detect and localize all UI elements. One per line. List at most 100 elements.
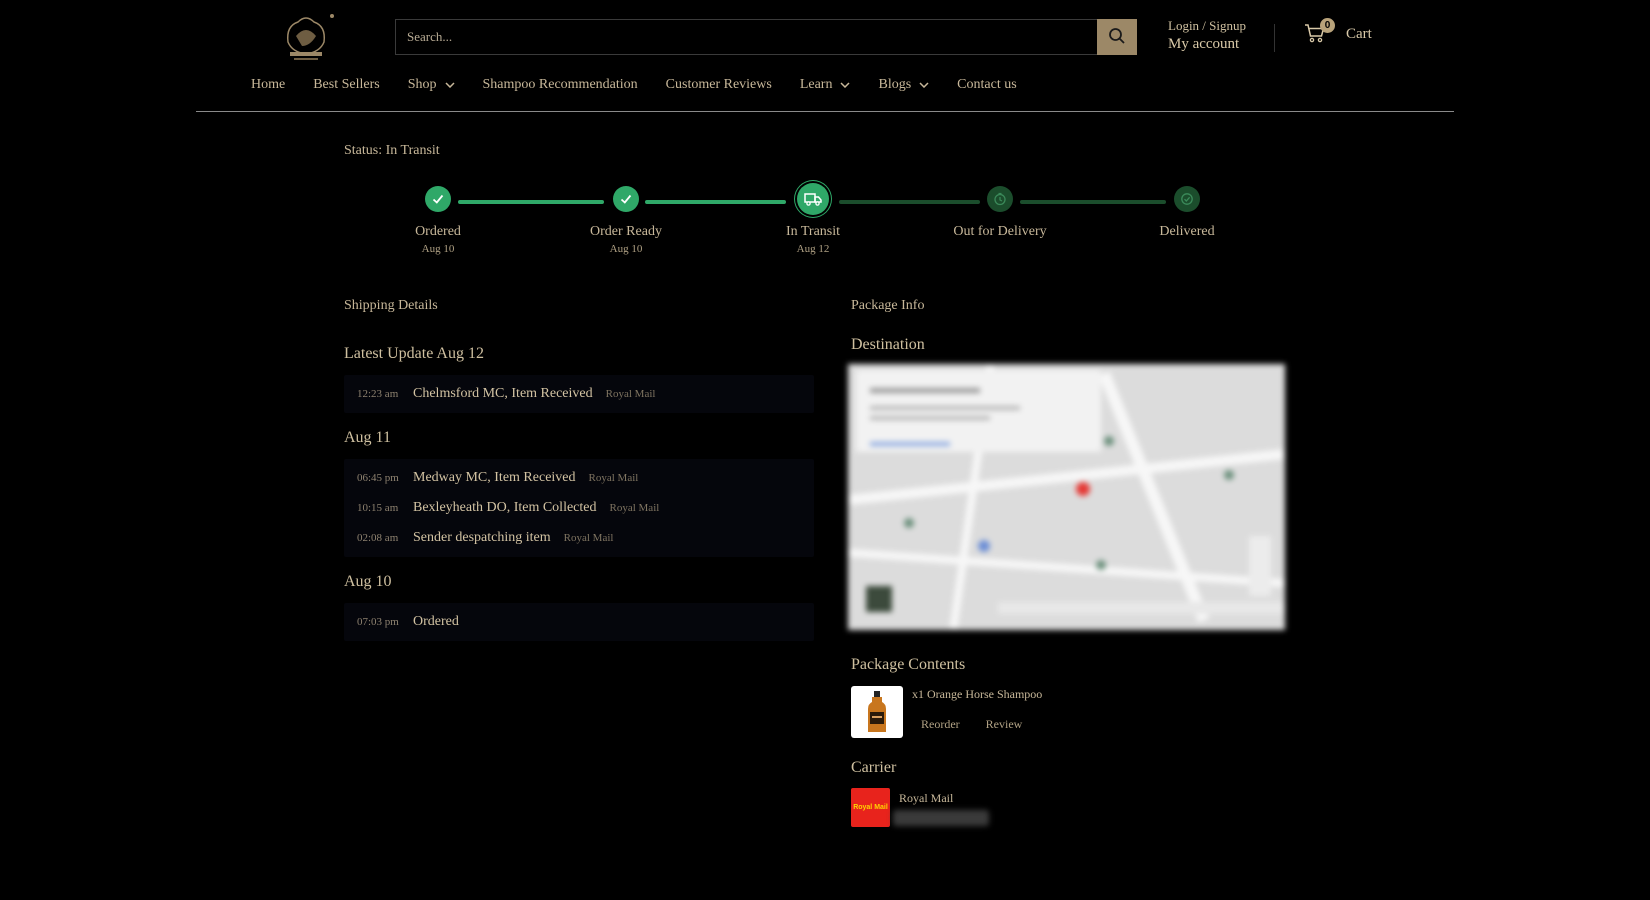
cart-icon: 0 — [1304, 18, 1335, 46]
event-description: Chelmsford MC, Item Received — [413, 386, 593, 401]
nav-label: Blogs — [878, 77, 912, 92]
step-label: Ordered — [415, 224, 461, 239]
nav-customer-reviews[interactable]: Customer Reviews — [666, 77, 772, 93]
nav-label: Home — [251, 77, 286, 92]
update-group: 12:23 am Chelmsford MC, Item Received Ro… — [344, 375, 814, 413]
step-in-transit: In Transit Aug 12 — [733, 183, 893, 255]
check-icon — [425, 186, 451, 212]
cart-button[interactable]: 0 Cart — [1304, 18, 1372, 46]
event-description: Bexleyheath DO, Item Collected — [413, 500, 597, 515]
step-date: Aug 10 — [609, 243, 643, 255]
clock-icon — [987, 186, 1013, 212]
progress-tracker: Ordered Aug 10 Order Ready Aug 10 In Tra… — [344, 178, 1284, 268]
step-label: In Transit — [785, 224, 841, 239]
step-ordered: Ordered Aug 10 — [358, 186, 518, 255]
update-group-title: Latest Update Aug 12 — [344, 345, 484, 362]
event-carrier: Royal Mail — [563, 532, 614, 544]
order-status: Status: In Transit — [344, 143, 440, 158]
tracking-number-redacted — [893, 810, 989, 826]
step-date: Aug 12 — [796, 243, 830, 255]
map-place-card — [856, 370, 1101, 452]
nav-label: Shampoo Recommendation — [482, 77, 638, 92]
destination-title: Destination — [851, 336, 925, 353]
nav-label: Customer Reviews — [665, 77, 772, 92]
chevron-down-icon — [444, 82, 455, 88]
event-time: 06:45 pm — [357, 472, 399, 484]
step-delivered: Delivered — [1107, 186, 1267, 243]
step-out-for-delivery: Out for Delivery — [920, 186, 1080, 243]
map-type-toggle — [866, 586, 892, 612]
event-description: Sender despatching item — [413, 530, 551, 545]
nav-label: Learn — [799, 77, 833, 92]
brand-logo[interactable] — [276, 12, 336, 62]
step-label: Order Ready — [590, 224, 662, 239]
nav-home[interactable]: Home — [251, 77, 285, 93]
tracking-event: 10:15 am Bexleyheath DO, Item Collected … — [357, 493, 801, 523]
nav-blogs[interactable]: Blogs — [878, 77, 929, 93]
step-label: Delivered — [1159, 224, 1215, 239]
tracking-event: 02:08 am Sender despatching item Royal M… — [357, 523, 801, 553]
check-icon — [613, 186, 639, 212]
map-pin-icon — [1076, 482, 1090, 496]
package-info: Package Info Destination Package Content… — [848, 298, 1291, 827]
cart-label: Cart — [1346, 25, 1372, 42]
reorder-button[interactable]: Reorder — [921, 717, 960, 732]
event-time: 10:15 am — [357, 502, 399, 514]
chevron-down-icon — [919, 82, 929, 88]
divider — [1274, 24, 1275, 52]
step-label: Out for Delivery — [953, 224, 1047, 239]
search-icon — [1108, 27, 1126, 48]
update-group-title: Aug 10 — [344, 573, 392, 590]
tracking-event: 07:03 pm Ordered — [357, 607, 801, 637]
site-header: Login / Signup My account 0 Cart Home Be… — [196, 0, 1454, 112]
update-group: 07:03 pm Ordered — [344, 603, 814, 641]
truck-icon — [797, 183, 829, 215]
search-button[interactable] — [1097, 19, 1137, 55]
product-actions: Reorder Review — [921, 717, 1048, 732]
map-zoom-controls — [1249, 536, 1271, 596]
event-carrier: Royal Mail — [609, 502, 660, 514]
review-button[interactable]: Review — [986, 717, 1023, 732]
tracking-event: 12:23 am Chelmsford MC, Item Received Ro… — [357, 379, 801, 409]
destination-map[interactable] — [848, 364, 1285, 630]
event-time: 07:03 pm — [357, 616, 399, 628]
cart-count-badge: 0 — [1320, 18, 1335, 33]
step-date: Aug 10 — [421, 243, 455, 255]
search-bar — [395, 19, 1137, 55]
nav-shampoo-recommendation[interactable]: Shampoo Recommendation — [483, 77, 638, 93]
chevron-down-icon — [840, 82, 851, 88]
main-nav: Home Best Sellers Shop Shampoo Recommend… — [251, 77, 1045, 93]
royal-mail-logo: Royal Mail — [851, 788, 890, 827]
carrier-title: Carrier — [851, 759, 897, 776]
shipping-details: Shipping Details Latest Update Aug 12 12… — [344, 298, 814, 641]
package-info-title: Package Info — [851, 298, 925, 313]
my-account-link[interactable]: My account — [1168, 36, 1246, 53]
event-description: Ordered — [413, 614, 459, 629]
nav-best-sellers[interactable]: Best Sellers — [313, 77, 380, 93]
carrier-logo-text: Royal Mail — [853, 804, 888, 811]
event-time: 02:08 am — [357, 532, 399, 544]
update-group-title: Aug 11 — [344, 429, 391, 446]
step-order-ready: Order Ready Aug 10 — [546, 186, 706, 255]
update-group: 06:45 pm Medway MC, Item Received Royal … — [344, 459, 814, 557]
search-input[interactable] — [395, 19, 1097, 55]
nav-label: Shop — [407, 77, 437, 92]
nav-label: Best Sellers — [313, 77, 380, 92]
login-signup-link[interactable]: Login / Signup — [1168, 18, 1246, 34]
event-carrier: Royal Mail — [588, 472, 639, 484]
tracking-event: 06:45 pm Medway MC, Item Received Royal … — [357, 463, 801, 493]
nav-shop[interactable]: Shop — [408, 77, 455, 93]
nav-contact-us[interactable]: Contact us — [957, 77, 1017, 93]
product-name: x1 Orange Horse Shampoo — [912, 687, 1043, 701]
event-description: Medway MC, Item Received — [413, 470, 576, 485]
carrier-name: Royal Mail — [899, 791, 954, 805]
check-circle-icon — [1174, 186, 1200, 212]
nav-label: Contact us — [957, 77, 1017, 92]
nav-learn[interactable]: Learn — [800, 77, 851, 93]
product-thumbnail[interactable] — [851, 686, 903, 738]
event-carrier: Royal Mail — [605, 388, 656, 400]
account-links: Login / Signup My account — [1168, 18, 1246, 53]
event-time: 12:23 am — [357, 388, 399, 400]
shipping-details-title: Shipping Details — [344, 298, 438, 313]
package-contents-title: Package Contents — [851, 656, 966, 673]
